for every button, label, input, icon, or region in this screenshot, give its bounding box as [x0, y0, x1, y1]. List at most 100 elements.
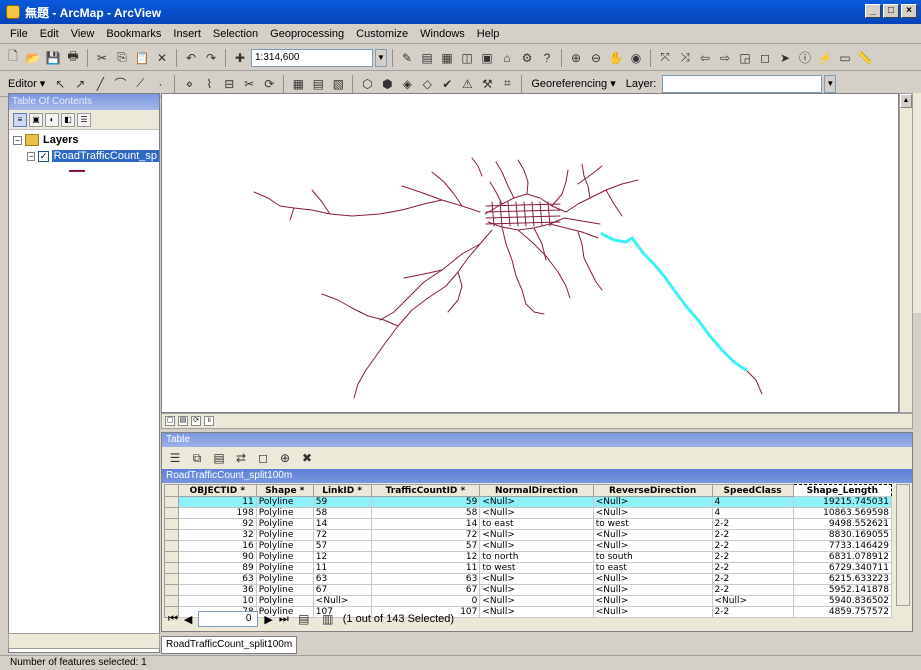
- data-view-icon[interactable]: ▢: [165, 416, 175, 426]
- zoom-out-icon[interactable]: ⊖: [587, 49, 605, 67]
- edit-vertices-icon[interactable]: ⋄: [180, 75, 198, 93]
- table-cell[interactable]: <Null>: [479, 529, 594, 541]
- road-segment[interactable]: [471, 157, 483, 177]
- table-cell[interactable]: 14: [312, 518, 372, 530]
- road-segment[interactable]: [581, 163, 591, 199]
- split-icon[interactable]: ✂: [240, 75, 258, 93]
- fixed-zoom-out-icon[interactable]: ⤨: [676, 49, 694, 67]
- next-record-icon[interactable]: ▶: [264, 613, 272, 626]
- table-cell[interactable]: 2-2: [711, 562, 794, 574]
- first-record-icon[interactable]: ⏮: [168, 613, 178, 626]
- road-segment[interactable]: [353, 297, 429, 399]
- create-features-icon[interactable]: ▧: [329, 75, 347, 93]
- road-segment[interactable]: [517, 159, 529, 195]
- table-cell[interactable]: Polyline: [255, 540, 314, 552]
- clear-selection-icon[interactable]: ◻: [254, 449, 272, 467]
- table-cell[interactable]: to east: [479, 518, 594, 530]
- menu-help[interactable]: Help: [471, 28, 506, 40]
- row-selector[interactable]: [164, 540, 179, 552]
- table-cell[interactable]: 0: [370, 595, 481, 607]
- column-header-trafficcountid[interactable]: TrafficCountID *: [370, 484, 481, 497]
- list-by-source-icon[interactable]: ▣: [29, 112, 43, 127]
- table-cell[interactable]: <Null>: [312, 595, 372, 607]
- expand-layer-icon[interactable]: −: [27, 151, 36, 161]
- table-cell[interactable]: <Null>: [479, 540, 594, 552]
- editor-menu-button[interactable]: Editor ▾: [4, 77, 49, 90]
- road-segment[interactable]: [501, 226, 527, 305]
- road-segment[interactable]: [447, 271, 463, 313]
- reshape-icon[interactable]: ⌇: [200, 75, 218, 93]
- table-cell[interactable]: 19215.745031: [792, 496, 893, 508]
- map-scale-input[interactable]: 1:314,600: [251, 48, 373, 67]
- cut-icon[interactable]: ✂: [93, 49, 111, 67]
- hyperlink-icon[interactable]: ⚡: [816, 49, 834, 67]
- table-cell[interactable]: 2-2: [711, 529, 794, 541]
- table-cell[interactable]: 6729.340711: [792, 562, 893, 574]
- table-cell[interactable]: 12: [370, 551, 481, 563]
- road-segment[interactable]: [279, 199, 443, 217]
- list-by-visibility-icon[interactable]: ◐: [45, 112, 59, 127]
- data-frame-row[interactable]: − Layers: [9, 132, 159, 148]
- menu-customize[interactable]: Customize: [350, 28, 414, 40]
- table-cell[interactable]: to west: [479, 562, 594, 574]
- table-cell[interactable]: <Null>: [479, 573, 594, 585]
- row-selector[interactable]: [164, 551, 179, 563]
- shared-edges-icon[interactable]: ◇: [418, 75, 436, 93]
- table-cell[interactable]: 16: [178, 540, 257, 552]
- table-cell[interactable]: 14: [370, 518, 481, 530]
- cut-polygons-icon[interactable]: ⊟: [220, 75, 238, 93]
- paste-icon[interactable]: 📋: [133, 49, 151, 67]
- column-header-shape-length[interactable]: Shape_Length: [792, 484, 893, 497]
- road-segment[interactable]: [495, 161, 515, 199]
- editor-toolbar-icon[interactable]: ✎: [398, 49, 416, 67]
- road-segment[interactable]: [549, 223, 599, 239]
- table-cell[interactable]: 59: [370, 496, 481, 508]
- zoom-to-selected-icon[interactable]: ⊕: [276, 449, 294, 467]
- copy-icon[interactable]: ⎘: [113, 49, 131, 67]
- table-cell[interactable]: 32: [178, 529, 257, 541]
- table-cell[interactable]: 63: [178, 573, 257, 585]
- table-cell[interactable]: 12: [312, 551, 372, 563]
- table-cell[interactable]: 4: [711, 496, 794, 508]
- table-cell[interactable]: 10: [178, 595, 257, 607]
- toc-options-icon[interactable]: ☰: [77, 112, 91, 127]
- road-segment[interactable]: [289, 207, 295, 221]
- menu-edit[interactable]: Edit: [34, 28, 65, 40]
- table-cell[interactable]: <Null>: [592, 529, 713, 541]
- table-cell[interactable]: 90: [178, 551, 257, 563]
- column-header-objectid[interactable]: OBJECTID *: [178, 484, 257, 497]
- table-cell[interactable]: <Null>: [592, 496, 713, 508]
- delete-icon[interactable]: ✕: [153, 49, 171, 67]
- column-header-reversedirection[interactable]: ReverseDirection: [592, 484, 713, 497]
- topology-edit-icon[interactable]: ⬢: [378, 75, 396, 93]
- table-row[interactable]: 92 Polyline 14 14 to east to west 2-2 9498.5526…: [164, 518, 893, 530]
- road-segment[interactable]: [605, 189, 623, 217]
- table-cell[interactable]: 2-2: [711, 540, 794, 552]
- measure-icon[interactable]: 📏: [856, 49, 874, 67]
- table-cell[interactable]: to north: [479, 551, 594, 563]
- select-features-icon[interactable]: ◲: [736, 49, 754, 67]
- edit-annotation-icon[interactable]: ↗: [71, 75, 89, 93]
- toc-window-icon[interactable]: ▤: [418, 49, 436, 67]
- table-cell[interactable]: Polyline: [255, 562, 314, 574]
- print-icon[interactable]: 🖶: [64, 49, 82, 67]
- table-cell[interactable]: 58: [370, 507, 481, 519]
- table-cell[interactable]: 11: [178, 496, 257, 508]
- menu-windows[interactable]: Windows: [414, 28, 471, 40]
- pan-icon[interactable]: ✋: [607, 49, 625, 67]
- table-row[interactable]: 36 Polyline 67 67 <Null> <Null> 2-2 5952.141878: [164, 584, 893, 596]
- table-cell[interactable]: 57: [370, 540, 481, 552]
- table-cell[interactable]: 11: [370, 562, 481, 574]
- table-cell[interactable]: <Null>: [592, 507, 713, 519]
- road-segment[interactable]: [517, 229, 571, 299]
- identify-icon[interactable]: ⓘ: [796, 49, 814, 67]
- column-header-speedclass[interactable]: SpeedClass: [711, 484, 794, 497]
- validate-icon[interactable]: ✔: [438, 75, 456, 93]
- road-segment[interactable]: [745, 369, 763, 395]
- table-row[interactable]: 198 Polyline 58 58 <Null> <Null> 4 10863.569598: [164, 507, 893, 519]
- error-inspector-icon[interactable]: ⚠: [458, 75, 476, 93]
- road-segment[interactable]: [485, 221, 561, 225]
- table-cell[interactable]: 9498.552621: [792, 518, 893, 530]
- related-tables-icon[interactable]: ⧉: [188, 449, 206, 467]
- table-cell[interactable]: 36: [178, 584, 257, 596]
